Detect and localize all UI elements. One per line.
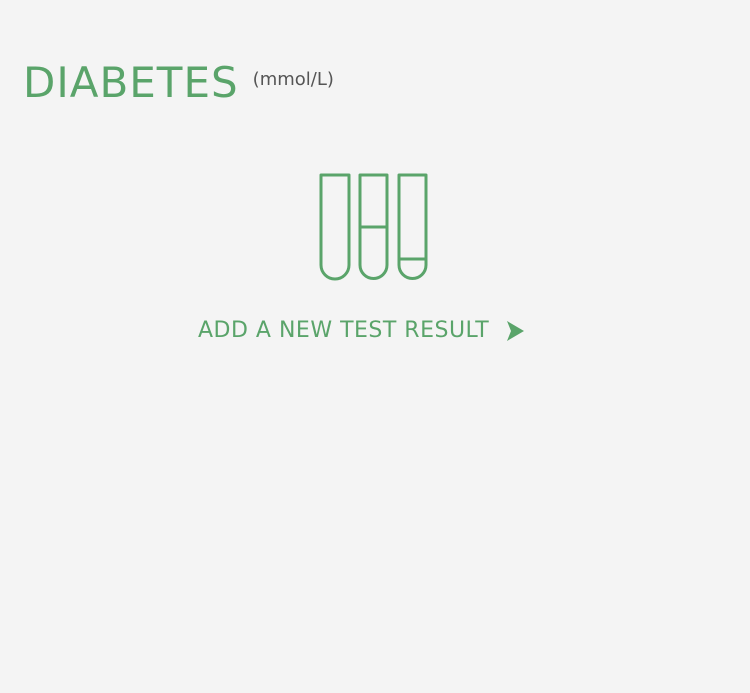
test-tubes-icon [319,173,428,281]
add-test-result-button[interactable]: ADD A NEW TEST RESULT [198,316,525,346]
empty-state: ADD A NEW TEST RESULT [0,170,750,360]
play-arrow-icon [507,321,525,341]
page-title: DIABETES [23,58,239,107]
unit-label: (mmol/L) [252,69,334,90]
page-header: DIABETES (mmol/L) [23,56,334,110]
add-test-result-label: ADD A NEW TEST RESULT [198,318,490,343]
